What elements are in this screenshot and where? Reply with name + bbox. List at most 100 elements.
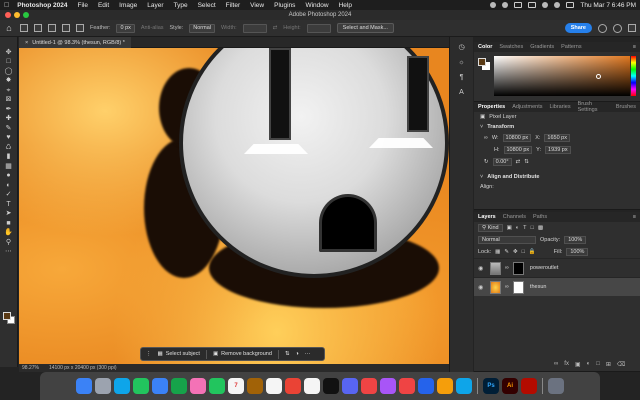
close-window-button[interactable]	[5, 12, 11, 18]
messages-icon[interactable]	[133, 378, 149, 394]
launchpad-icon[interactable]	[95, 378, 111, 394]
music-icon[interactable]	[361, 378, 377, 394]
align-section-header[interactable]: ˅ Align and Distribute	[474, 172, 640, 182]
history-panel-icon[interactable]: ◷	[457, 43, 467, 52]
add-selection-icon[interactable]	[48, 24, 56, 32]
fx-icon[interactable]: fx	[564, 361, 569, 368]
tab-properties[interactable]: Properties	[478, 104, 505, 110]
path-selection-tool-icon[interactable]: ➤	[4, 210, 14, 218]
character-panel-icon[interactable]: A	[457, 88, 467, 97]
mask-icon[interactable]: ◑	[296, 351, 299, 357]
feather-input[interactable]: 0 px	[116, 23, 135, 33]
status-icon[interactable]	[502, 2, 509, 8]
workspace-icon[interactable]	[628, 24, 636, 32]
crop-tool-icon[interactable]: ⌖	[4, 87, 14, 95]
link-icon[interactable]: ∞	[484, 135, 488, 141]
hue-slider[interactable]	[631, 56, 636, 96]
menu-filter[interactable]: Filter	[226, 2, 240, 9]
app-store-icon[interactable]	[456, 378, 472, 394]
tab-patterns[interactable]: Patterns	[561, 44, 581, 50]
angle-field[interactable]: 0.00°	[492, 158, 512, 166]
new-layer-icon[interactable]: ⊞	[606, 361, 611, 368]
mail-icon[interactable]	[152, 378, 168, 394]
reminders-icon[interactable]	[266, 378, 282, 394]
new-selection-icon[interactable]	[34, 24, 42, 32]
menu-file[interactable]: File	[77, 2, 87, 9]
layer-name[interactable]: thesun	[530, 284, 547, 290]
color-panel-swatches[interactable]	[478, 58, 490, 70]
y-field[interactable]: 1939 px	[545, 146, 571, 154]
share-button[interactable]: Share	[564, 23, 592, 33]
color-swatches[interactable]	[3, 312, 15, 324]
close-document-icon[interactable]: ×	[25, 40, 28, 46]
transform-section-header[interactable]: ˅ Transform	[474, 122, 640, 132]
control-center-icon[interactable]	[566, 2, 575, 8]
menu-plugins[interactable]: Plugins	[274, 2, 295, 9]
flip-horizontal-icon[interactable]: ⇄	[516, 159, 521, 165]
lock-position-icon[interactable]: ✥	[513, 249, 518, 255]
gradient-tool-icon[interactable]: ▦	[4, 163, 14, 171]
visibility-eye-icon[interactable]: ◉	[478, 284, 486, 291]
minimize-window-button[interactable]	[14, 12, 20, 18]
photos-icon[interactable]	[190, 378, 206, 394]
subtract-selection-icon[interactable]	[62, 24, 70, 32]
pixel-filter-icon[interactable]: ▣	[507, 225, 512, 231]
layer-mask-thumbnail[interactable]	[512, 280, 524, 294]
frame-tool-icon[interactable]: ⊠	[4, 96, 14, 104]
new-group-icon[interactable]: □	[596, 361, 600, 368]
brush-tool-icon[interactable]: ✎	[4, 125, 14, 133]
menu-help[interactable]: Help	[339, 2, 352, 9]
blend-mode-select[interactable]: Normal	[478, 236, 536, 244]
discord-icon[interactable]	[342, 378, 358, 394]
link-layers-icon[interactable]: ∞	[554, 361, 558, 368]
tab-channels[interactable]: Channels	[503, 214, 526, 220]
smart-filter-icon[interactable]: ▩	[538, 225, 543, 231]
blur-tool-icon[interactable]: ●	[4, 172, 14, 180]
safari-icon[interactable]	[114, 378, 130, 394]
zoom-window-button[interactable]	[23, 12, 29, 18]
podcasts-icon[interactable]	[380, 378, 396, 394]
tab-gradients[interactable]: Gradients	[530, 44, 554, 50]
apple-tv-icon[interactable]	[323, 378, 339, 394]
home-icon[interactable]: ⌂	[4, 23, 14, 33]
panel-menu-icon[interactable]: ≡	[633, 44, 636, 50]
lasso-tool-icon[interactable]: ◯	[4, 68, 14, 76]
layer-row-thesun[interactable]: ◉ ∞ thesun	[474, 277, 640, 296]
contacts-icon[interactable]	[247, 378, 263, 394]
swap-icon[interactable]: ⇄	[273, 25, 278, 31]
quick-select-tool-icon[interactable]: ✸	[4, 77, 14, 85]
height-field[interactable]: 10800 px	[503, 146, 533, 154]
color-picker-field[interactable]	[494, 56, 630, 96]
remove-background-button[interactable]: ▣ Remove background	[213, 351, 272, 357]
select-and-mask-button[interactable]: Select and Mask...	[336, 23, 394, 33]
pen-tool-icon[interactable]: ✓	[4, 191, 14, 199]
tab-brush-settings[interactable]: Brush Settings	[578, 101, 609, 113]
adjustment-filter-icon[interactable]: ◐	[516, 225, 519, 231]
layer-mask-thumbnail[interactable]	[512, 261, 524, 275]
document-canvas[interactable]	[19, 48, 449, 364]
eraser-tool-icon[interactable]: ▮	[4, 153, 14, 161]
trash-icon[interactable]	[548, 378, 564, 394]
display-icon[interactable]	[514, 2, 523, 8]
search-icon[interactable]	[554, 2, 561, 8]
history-brush-tool-icon[interactable]: ♺	[4, 144, 14, 152]
x-field[interactable]: 1650 px	[544, 134, 570, 142]
eyedropper-tool-icon[interactable]: ✒	[4, 106, 14, 114]
color-picker-cursor[interactable]	[596, 74, 601, 79]
more-options-icon[interactable]: ⋯	[305, 351, 311, 357]
rectangle-tool-icon[interactable]: ■	[4, 220, 14, 228]
wifi-icon[interactable]	[542, 2, 549, 8]
kind-filter-select[interactable]: ⚲ Kind	[478, 224, 503, 232]
tab-adjustments[interactable]: Adjustments	[512, 104, 542, 110]
paragraph-panel-icon[interactable]: ¶	[457, 73, 467, 82]
antialias-checkbox[interactable]: Anti-alias	[141, 25, 164, 31]
foreground-color-swatch[interactable]	[478, 58, 486, 66]
visibility-eye-icon[interactable]: ◉	[478, 265, 486, 272]
tab-brushes[interactable]: Brushes	[616, 104, 636, 110]
style-select[interactable]: Normal	[189, 23, 216, 33]
transform-icon[interactable]: ⇅	[285, 351, 290, 357]
battery-icon[interactable]	[528, 2, 537, 8]
menu-app-name[interactable]: Photoshop 2024	[17, 2, 67, 9]
menu-window[interactable]: Window	[305, 2, 328, 9]
pages-icon[interactable]	[437, 378, 453, 394]
